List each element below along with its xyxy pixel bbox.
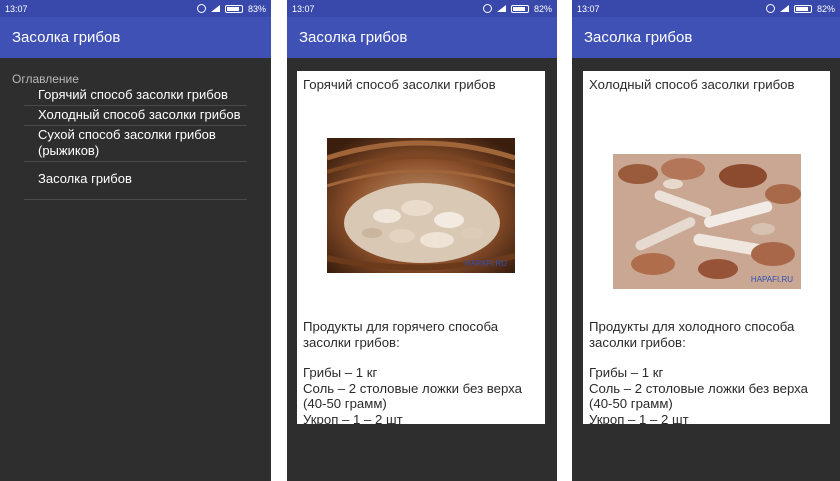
basket-image <box>327 138 515 273</box>
mushrooms-image <box>613 154 801 289</box>
app-bar: Засолка грибов <box>287 17 557 58</box>
status-time: 13:07 <box>577 3 600 14</box>
status-time: 13:07 <box>5 3 28 14</box>
battery-percent: 82% <box>816 3 835 14</box>
article-card[interactable]: Холодный способ засолки грибов HAPAFI.RU <box>583 71 830 424</box>
mushrooms-photo: HAPAFI.RU <box>613 154 801 289</box>
screen-hot-method: 13:07 82% Засолка грибов Горячий способ … <box>287 0 557 481</box>
ingredients-intro: Продукты для горячего способа засолки гр… <box>303 319 499 350</box>
article-title: Горячий способ засолки грибов <box>303 77 496 92</box>
battery-icon <box>224 4 243 13</box>
toc-item-hot[interactable]: Горячий способ засолки грибов <box>24 86 247 106</box>
ingredients-intro: Продукты для холодного способа засолки г… <box>589 319 795 350</box>
app-title: Засолка грибов <box>584 29 693 46</box>
app-title: Засолка грибов <box>299 29 408 46</box>
signal-icon <box>496 5 506 12</box>
screen-cold-method: 13:07 82% Засолка грибов Холодный способ… <box>572 0 840 481</box>
status-bar: 13:07 83% <box>0 0 271 17</box>
status-bar: 13:07 82% <box>287 0 557 17</box>
signal-icon <box>210 5 220 12</box>
alarm-icon <box>482 4 492 13</box>
signal-icon <box>779 5 789 12</box>
toc-item-dry[interactable]: Сухой способ засолки грибов (рыжиков) <box>24 126 247 162</box>
alarm-icon <box>765 4 775 13</box>
photo-watermark: HAPAFI.RU <box>464 258 507 268</box>
toc-item-cold[interactable]: Холодный способ засолки грибов <box>24 106 247 126</box>
app-bar: Засолка грибов <box>572 17 840 58</box>
status-bar: 13:07 82% <box>572 0 840 17</box>
app-bar: Засолка грибов <box>0 17 271 58</box>
ingredients-list: Грибы – 1 кг Соль – 2 столовые ложки без… <box>303 365 522 424</box>
battery-percent: 83% <box>247 3 266 14</box>
toc-list: Горячий способ засолки грибов Холодный с… <box>24 86 247 200</box>
article-title: Холодный способ засолки грибов <box>589 77 795 92</box>
alarm-icon <box>196 4 206 13</box>
app-title: Засолка грибов <box>12 29 121 46</box>
screen-toc: 13:07 83% Засолка грибов Оглавление Горя… <box>0 0 271 481</box>
ingredients-list: Грибы – 1 кг Соль – 2 столовые ложки без… <box>589 365 808 424</box>
article-card[interactable]: Горячий способ засолки грибов HAPAFI.RU … <box>297 71 545 424</box>
battery-icon <box>510 4 529 13</box>
mushroom-basket-photo: HAPAFI.RU <box>327 138 515 273</box>
toc-item-salting[interactable]: Засолка грибов <box>24 162 247 200</box>
toc-header: Оглавление <box>12 72 79 86</box>
status-time: 13:07 <box>292 3 315 14</box>
photo-watermark: HAPAFI.RU <box>750 274 793 284</box>
battery-percent: 82% <box>533 3 552 14</box>
battery-icon <box>793 4 812 13</box>
